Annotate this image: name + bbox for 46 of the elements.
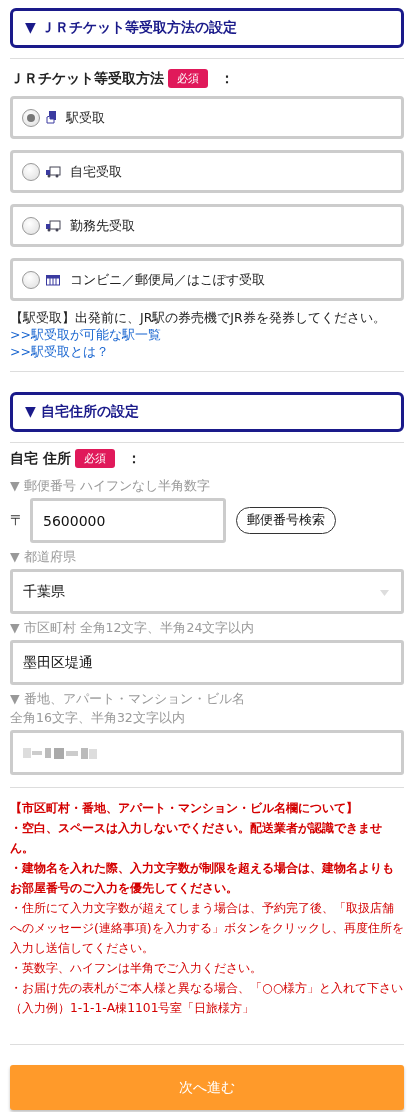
field-hint: ▼ 都道府県 <box>10 549 77 566</box>
radio-option[interactable]: 駅受取 <box>10 96 404 139</box>
radio-button[interactable] <box>22 162 40 181</box>
city-field[interactable]: 墨田区堤通 <box>10 640 404 685</box>
radio-option[interactable]: コンビニ／郵便局／はこぽす受取 <box>10 258 404 301</box>
notice-text: ・英数字、ハイフンは半角でご入力ください。 <box>10 960 263 977</box>
required-badge: 必須 <box>74 449 115 468</box>
field-hint: 全角16文字、半角32文字以内 <box>10 710 186 727</box>
notice-text: ・住所にて入力文字数が超えてしまう場合は、予約完了後、「取扱店舗へのメッセージ(連絡事項)を入力する」ボタンをクリックし、再度住所を入力し送信してください。 <box>10 900 404 957</box>
prefecture-select[interactable]: 千葉県 <box>10 569 404 614</box>
field-hint: ▼ 番地、アパート・マンション・ビル名 <box>10 691 246 708</box>
postal-search-button[interactable]: 郵便番号検索 <box>236 507 336 534</box>
radio-option[interactable]: 自宅受取 <box>10 150 404 193</box>
radio-button[interactable] <box>22 270 40 289</box>
link[interactable]: >>駅受取とは？ <box>10 344 109 361</box>
field-hint: ▼ 郵便番号 ハイフンなし半角数字 <box>10 478 211 495</box>
option-label: 駅受取 <box>66 108 105 127</box>
link[interactable]: >>駅受取が可能な駅一覧 <box>10 327 161 344</box>
field-label: ＪＲチケット等受取方法 <box>10 69 164 88</box>
field-hint: ▼ 市区町村 全角12文字、半角24文字以内 <box>10 620 256 637</box>
section-header: ▼ 自宅住所の設定 <box>10 392 404 432</box>
radio-option[interactable]: 勤務先受取 <box>10 204 404 247</box>
truck-icon <box>45 219 61 232</box>
field-label: 自宅 住所 <box>10 449 71 468</box>
option-label: 自宅受取 <box>70 162 122 181</box>
option-label: コンビニ／郵便局／はこぽす受取 <box>70 270 265 289</box>
notice-text: （入力例）1-1-1-A棟1101号室「日旅様方」 <box>10 1000 256 1017</box>
store-icon <box>45 273 61 286</box>
postal-code-field[interactable]: 5600000 <box>30 498 226 543</box>
postal-mark: 〒 <box>10 511 24 530</box>
note-text: 【駅受取】出発前に、JR駅の券売機でJR券を発券してください。 <box>10 310 387 327</box>
dropdown-caret-icon <box>380 590 389 596</box>
notice-text: 【市区町村・番地、アパート・マンション・ビル名欄について】 <box>10 800 359 817</box>
radio-button[interactable] <box>22 108 40 127</box>
notice-text: ・建物名を入れた際、入力文字数が制限を超える場合は、建物名よりもお部屋番号のご入力を優先してください。 <box>10 860 395 897</box>
truck-icon <box>45 165 61 178</box>
radio-button[interactable] <box>22 216 40 235</box>
section-header: ▼ ＪＲチケット等受取方法の設定 <box>10 8 404 48</box>
colon: ： <box>220 69 234 88</box>
required-badge: 必須 <box>168 69 208 88</box>
option-label: 勤務先受取 <box>70 216 135 235</box>
colon: ： <box>126 449 141 468</box>
ticket-hand-icon <box>45 109 57 126</box>
notice-text: ・お届け先の表札がご本人様と異なる場合、「○○様方」と入れて下さい <box>10 980 404 997</box>
notice-text: ・空白、スペースは入力しないでください。配送業者が認識できません。 <box>10 820 383 857</box>
street-field[interactable] <box>10 730 404 775</box>
